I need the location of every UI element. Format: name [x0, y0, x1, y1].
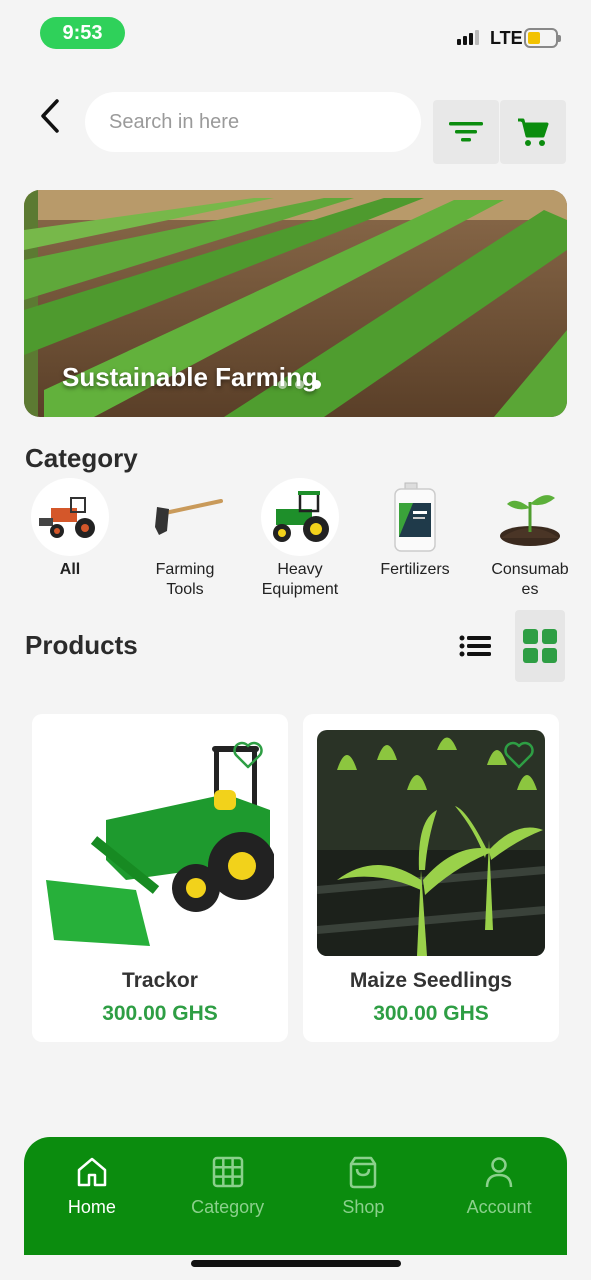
- hoe-icon: [146, 478, 224, 556]
- category-item-heavy-equipment[interactable]: Heavy Equipment: [240, 478, 360, 600]
- shopping-bag-icon: [350, 1156, 377, 1189]
- battery-icon: [524, 28, 561, 48]
- product-card[interactable]: Trackor 300.00 GHS: [32, 714, 288, 1042]
- nav-label: Home: [67, 1197, 116, 1217]
- heart-icon: [233, 741, 263, 769]
- category-item-consumables[interactable]: Consumab es: [470, 478, 590, 600]
- category-label: All: [59, 561, 81, 578]
- product-card[interactable]: Maize Seedlings 300.00 GHS: [303, 714, 559, 1042]
- nav-category[interactable]: Category: [160, 1137, 296, 1255]
- carousel-dots[interactable]: [278, 380, 321, 389]
- nav-label: Category: [191, 1197, 265, 1217]
- list-view-button[interactable]: [450, 610, 500, 682]
- search-input[interactable]: [85, 92, 421, 152]
- maize-seedlings-image: [317, 730, 545, 956]
- filter-icon: [449, 122, 483, 142]
- category-label: Heavy Equipment: [261, 561, 339, 598]
- promo-banner[interactable]: Sustainable Farming: [24, 190, 567, 417]
- category-label: Farming Tools: [155, 561, 215, 598]
- back-button[interactable]: [30, 92, 70, 140]
- nav-shop[interactable]: Shop: [296, 1137, 432, 1255]
- category-label: Consumab es: [491, 561, 569, 598]
- user-icon: [485, 1157, 513, 1188]
- cart-icon: [518, 118, 549, 146]
- carousel-dot[interactable]: [278, 380, 287, 389]
- products-title: Products: [25, 630, 138, 660]
- tractor-icon: [31, 478, 109, 556]
- signal-icon: [457, 30, 479, 45]
- carousel-dot[interactable]: [295, 380, 304, 389]
- list-view-icon: [459, 635, 491, 657]
- heart-icon: [504, 741, 534, 769]
- product-name: Maize Seedlings: [349, 969, 513, 992]
- category-label: Fertilizers: [380, 561, 450, 578]
- category-title: Category: [25, 443, 138, 473]
- product-name: Trackor: [122, 969, 198, 992]
- category-item-fertilizers[interactable]: Fertilizers: [355, 478, 475, 580]
- grid-view-button[interactable]: [515, 610, 565, 682]
- filter-button[interactable]: [433, 100, 499, 164]
- product-price: 300.00 GHS: [373, 1002, 489, 1025]
- nav-label: Shop: [342, 1197, 385, 1217]
- grid-view-icon: [523, 629, 557, 663]
- home-indicator: [191, 1260, 401, 1267]
- status-bar: 9:53 LTE: [0, 0, 591, 70]
- nav-home[interactable]: Home: [24, 1137, 160, 1255]
- nav-account[interactable]: Account: [431, 1137, 567, 1255]
- grid-icon: [212, 1156, 243, 1188]
- category-item-farming-tools[interactable]: Farming Tools: [125, 478, 245, 600]
- nav-label: Account: [466, 1197, 532, 1217]
- favorite-button[interactable]: [503, 740, 535, 770]
- chevron-left-icon: [41, 99, 59, 133]
- cart-button[interactable]: [500, 100, 566, 164]
- green-tractor-icon: [261, 478, 339, 556]
- tractor-image: [46, 730, 274, 956]
- favorite-button[interactable]: [232, 740, 264, 770]
- seedling-icon: [491, 478, 569, 556]
- carousel-dot-active[interactable]: [312, 380, 321, 389]
- status-time: 9:53: [40, 17, 125, 49]
- fertilizer-jug-icon: [376, 478, 454, 556]
- product-price: 300.00 GHS: [102, 1002, 218, 1025]
- bottom-nav: Home Category Shop Account: [24, 1137, 567, 1255]
- home-icon: [77, 1157, 107, 1187]
- category-item-all[interactable]: All: [10, 478, 130, 580]
- network-label: LTE: [490, 28, 523, 48]
